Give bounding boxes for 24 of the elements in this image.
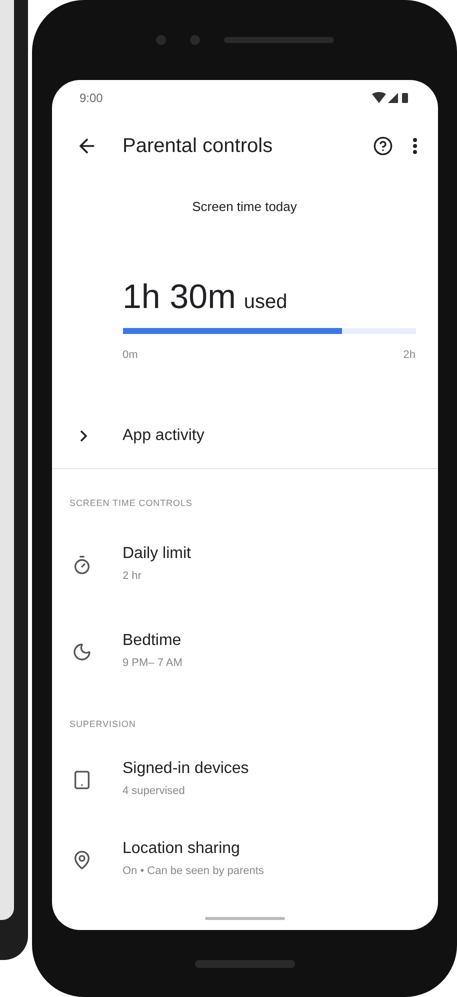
chevron-icon	[80, 430, 86, 442]
moon-icon	[72, 642, 92, 662]
status-icons	[372, 92, 410, 104]
camera-icon	[190, 35, 200, 45]
tablet-icon	[72, 770, 92, 790]
usage-amount: 1h 30m	[122, 277, 236, 318]
app-activity-row[interactable]: App activity	[52, 412, 438, 461]
more-options-icon	[412, 138, 416, 154]
usage-suffix: used	[244, 290, 288, 316]
settings-row[interactable]: Signed-in devices 4 supervised	[52, 756, 438, 837]
section-header: SUPERVISION	[68, 718, 137, 731]
axis-max-label: 2h	[403, 348, 416, 362]
settings-row[interactable]: Bedtime 9 PM– 7 AM	[52, 628, 438, 716]
help-button[interactable]	[372, 135, 394, 158]
page-title: Parental controls	[122, 134, 273, 160]
map-pin-icon	[72, 850, 92, 870]
axis-min-label: 0m	[122, 348, 138, 362]
camera-icon	[156, 35, 166, 45]
section-heading: Screen time today	[191, 198, 298, 216]
section-header: SCREEN TIME CONTROLS	[68, 496, 194, 510]
settings-row[interactable]: Location sharing On • Can be seen by parents	[52, 836, 438, 917]
settings-row[interactable]: Daily limit 2 hr	[52, 542, 438, 629]
status-time: 9:00	[80, 90, 103, 107]
timer-icon	[72, 554, 92, 575]
